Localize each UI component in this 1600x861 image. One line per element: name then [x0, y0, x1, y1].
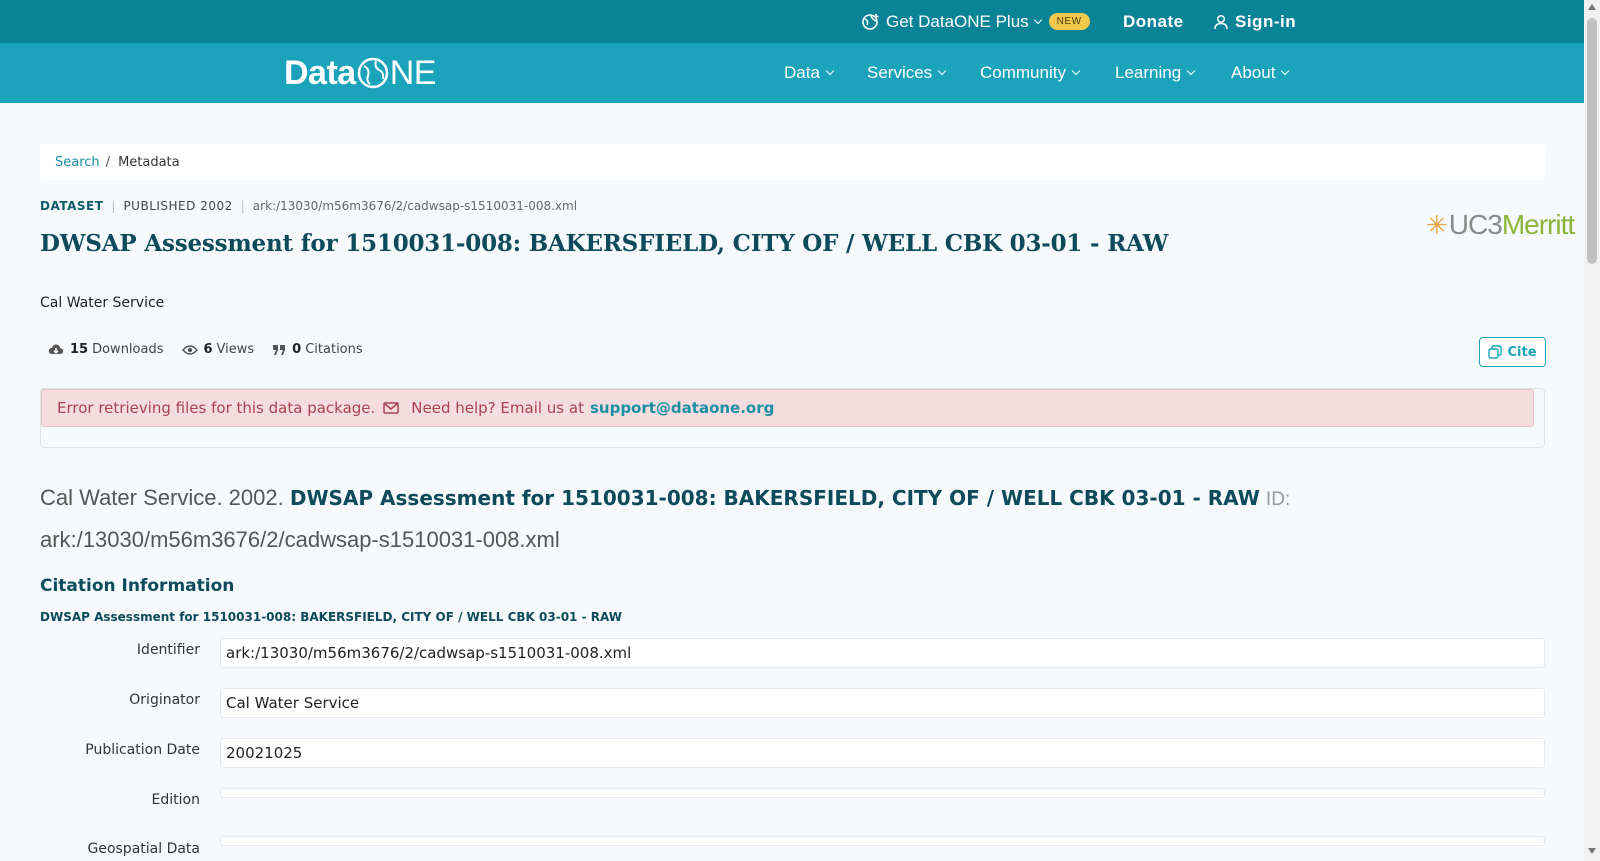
scroll-up-arrow-icon[interactable] [1588, 4, 1596, 10]
nav-data-label: Data [784, 63, 820, 82]
dataset-creator: Cal Water Service [40, 295, 165, 311]
meta-divider: | [111, 199, 116, 213]
edition-value [220, 788, 1545, 798]
logo-text-data: Data [284, 53, 356, 92]
cloud-download-icon [48, 343, 64, 354]
dataone-logo[interactable]: Data NE [284, 53, 436, 93]
citation-authors-year: Cal Water Service. 2002. [40, 485, 284, 510]
page-scrollbar[interactable] [1584, 0, 1600, 861]
nav-data[interactable]: Data [784, 43, 835, 103]
dataset-type: DATASET [40, 199, 104, 213]
citations-metric[interactable]: 0 Citations [272, 342, 363, 357]
nav-services-label: Services [867, 63, 933, 82]
chevron-down-icon [1033, 15, 1042, 24]
dataset-identifier: ark:/13030/m56m3676/2/cadwsap-s1510031-0… [252, 199, 578, 213]
publication-date-label: Publication Date [85, 742, 200, 758]
nav-community[interactable]: Community [980, 43, 1081, 103]
alert-message: Error retrieving files for this data pac… [57, 399, 376, 417]
dataset-meta: DATASET | PUBLISHED 2002 | ark:/13030/m5… [40, 199, 577, 213]
originator-value: Cal Water Service [220, 688, 1545, 718]
new-badge: NEW [1048, 13, 1090, 30]
donate-link[interactable]: Donate [1123, 0, 1184, 43]
citation-block: Cal Water Service. 2002. DWSAP Assessmen… [40, 478, 1340, 560]
top-utility-bar: Get DataONE Plus NEW Donate Sign-in [0, 0, 1584, 43]
chevron-down-icon [1281, 66, 1290, 76]
views-label: Views [216, 342, 255, 357]
cite-button[interactable]: Cite [1479, 337, 1546, 367]
chevron-down-icon [1186, 66, 1196, 76]
globe-icon [357, 57, 388, 89]
globe-plus-icon [862, 13, 879, 30]
nav-services[interactable]: Services [867, 43, 947, 103]
user-icon [1214, 14, 1228, 29]
uc3-text: UC3 [1448, 210, 1503, 240]
identifier-value: ark:/13030/m56m3676/2/cadwsap-s1510031-0… [220, 638, 1545, 668]
page-title: DWSAP Assessment for 1510031-008: BAKERS… [40, 230, 1169, 257]
edition-label: Edition [151, 792, 200, 808]
nav-community-label: Community [980, 63, 1066, 82]
scroll-down-arrow-icon[interactable] [1588, 848, 1596, 854]
sunburst-icon: ✳ [1426, 210, 1448, 240]
identifier-label: Identifier [136, 642, 200, 658]
downloads-label: Downloads [92, 342, 164, 357]
nav-learning[interactable]: Learning [1115, 43, 1196, 103]
scrollbar-thumb[interactable] [1587, 18, 1597, 264]
downloads-metric[interactable]: 15 Downloads [48, 342, 164, 357]
breadcrumb-current: Metadata [118, 154, 180, 170]
chevron-down-icon [937, 66, 947, 76]
quote-icon [273, 344, 286, 355]
get-dataone-plus-menu[interactable]: Get DataONE Plus NEW [862, 0, 1090, 43]
views-count: 6 [203, 342, 213, 357]
citations-label: Citations [305, 342, 363, 357]
get-dataone-plus-label: Get DataONE Plus [886, 11, 1029, 31]
breadcrumb-separator: / [105, 154, 111, 170]
logo-text-ne: NE [389, 53, 437, 92]
copy-icon [1488, 345, 1503, 359]
merritt-text: Merritt [1501, 210, 1575, 240]
cite-label: Cite [1507, 344, 1537, 360]
citation-id: ark:/13030/m56m3676/2/cadwsap-s1510031-0… [40, 527, 560, 552]
sign-in-label: Sign-in [1235, 11, 1297, 31]
eye-icon [181, 344, 198, 355]
nav-about[interactable]: About [1231, 43, 1290, 103]
nav-about-label: About [1231, 63, 1276, 82]
published-year: PUBLISHED 2002 [123, 199, 233, 213]
citation-information-subtitle: DWSAP Assessment for 1510031-008: BAKERS… [40, 610, 622, 624]
chevron-down-icon [825, 66, 835, 76]
publication-date-value: 20021025 [220, 738, 1545, 768]
breadcrumb: Search / Metadata [40, 144, 1545, 180]
views-metric[interactable]: 6 Views [181, 342, 255, 357]
geospatial-data-value [220, 836, 1545, 846]
originator-label: Originator [129, 692, 200, 708]
support-email-link[interactable]: support@dataone.org [590, 399, 774, 417]
main-navbar: Data NE Data Services Community Learning… [0, 43, 1584, 103]
uc3-merritt-logo[interactable]: ✳ UC3 Merritt [1426, 210, 1584, 240]
nav-learning-label: Learning [1115, 63, 1182, 82]
citation-id-label: ID: [1265, 489, 1291, 510]
files-panel: Error retrieving files for this data pac… [40, 388, 1545, 448]
alert-help-text: Need help? Email us at [411, 399, 584, 417]
citation-information-heading: Citation Information [40, 576, 235, 596]
error-alert: Error retrieving files for this data pac… [41, 389, 1534, 427]
citations-count: 0 [292, 342, 302, 357]
sign-in-link[interactable]: Sign-in [1213, 0, 1296, 43]
metrics-bar: 15 Downloads 6 Views 0 Citations [48, 342, 381, 357]
envelope-icon [383, 402, 400, 414]
citation-title: DWSAP Assessment for 1510031-008: BAKERS… [289, 486, 1260, 510]
downloads-count: 15 [70, 342, 89, 357]
chevron-down-icon [1071, 66, 1081, 76]
meta-divider: | [240, 199, 245, 213]
geospatial-data-label: Geospatial Data [87, 841, 200, 857]
breadcrumb-search-link[interactable]: Search [55, 155, 100, 170]
